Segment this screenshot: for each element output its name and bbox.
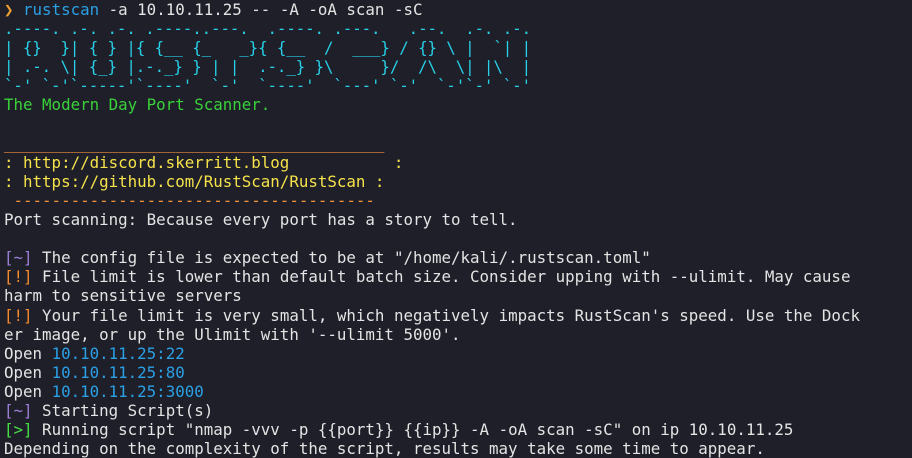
open-port-line: Open 10.10.11.25:3000 bbox=[4, 382, 912, 401]
info-marker: [~] bbox=[4, 400, 33, 420]
port-address: 10.10.11.25:80 bbox=[51, 362, 185, 382]
command-program: rustscan bbox=[23, 0, 100, 19]
motto: Port scanning: Because every port has a … bbox=[4, 210, 518, 230]
message-text: File limit is lower than default batch s… bbox=[32, 267, 851, 287]
message-list: [~] The config file is expected to be at… bbox=[4, 248, 912, 343]
port-address: 10.10.11.25:3000 bbox=[51, 381, 204, 401]
banner-line: .----. .-. .-. .----..---. .----. .---. … bbox=[4, 19, 531, 39]
links-box: ________________________________________… bbox=[4, 134, 912, 210]
prompt-arrow-icon: ❯ bbox=[4, 0, 14, 19]
message-line: [!] Your file limit is very small, which… bbox=[4, 306, 912, 325]
port-address: 10.10.11.25:22 bbox=[51, 343, 185, 363]
message-text: harm to sensitive servers bbox=[4, 286, 242, 306]
message-line: [~] The config file is expected to be at… bbox=[4, 248, 912, 267]
discord-link: : http://discord.skerritt.blog : bbox=[4, 152, 404, 172]
script-text: Starting Script(s) bbox=[32, 400, 214, 420]
banner-line: | .-. \| {_} |.-._} } | | .-._} }\ }/ /\… bbox=[4, 57, 531, 77]
warning-marker: [!] bbox=[4, 305, 33, 325]
links-top-rule: ________________________________________ bbox=[4, 133, 385, 153]
message-text: er image, or up the Ulimit with '--ulimi… bbox=[4, 324, 461, 344]
footer-note: Depending on the complexity of the scrip… bbox=[4, 439, 765, 458]
banner-tagline: The Modern Day Port Scanner. bbox=[4, 95, 271, 115]
command-arguments: -a 10.10.11.25 -- -A -oA scan -sC bbox=[99, 0, 423, 19]
command-line: ❯ rustscan -a 10.10.11.25 -- -A -oA scan… bbox=[4, 0, 912, 19]
open-label: Open bbox=[4, 381, 52, 401]
message-line: er image, or up the Ulimit with '--ulimi… bbox=[4, 325, 912, 344]
open-label: Open bbox=[4, 343, 52, 363]
open-port-line: Open 10.10.11.25:22 bbox=[4, 344, 912, 363]
script-line: [~] Starting Script(s) bbox=[4, 401, 912, 420]
ascii-banner: .----. .-. .-. .----..---. .----. .---. … bbox=[4, 19, 912, 95]
github-link: : https://github.com/RustScan/RustScan : bbox=[4, 171, 385, 191]
open-ports-list: Open 10.10.11.25:22 Open 10.10.11.25:80 … bbox=[4, 344, 912, 401]
banner-line: | {} }| { } |{ {__ {_ _}{ {__ / ___} / {… bbox=[4, 38, 531, 58]
message-line: [!] File limit is lower than default bat… bbox=[4, 267, 912, 286]
warning-marker: [!] bbox=[4, 267, 33, 287]
message-line: harm to sensitive servers bbox=[4, 286, 912, 305]
links-bottom-rule: -------------------------------------- bbox=[4, 190, 375, 210]
open-port-line: Open 10.10.11.25:80 bbox=[4, 363, 912, 382]
message-text: Your file limit is very small, which neg… bbox=[32, 305, 860, 325]
message-text: The config file is expected to be at "/h… bbox=[32, 248, 651, 268]
open-label: Open bbox=[4, 362, 52, 382]
run-marker: [>] bbox=[4, 420, 33, 440]
terminal-window[interactable]: ❯ rustscan -a 10.10.11.25 -- -A -oA scan… bbox=[0, 0, 912, 458]
info-marker: [~] bbox=[4, 248, 33, 268]
banner-line: `-' `-'`-----'`----' `-' `----' `---' `-… bbox=[4, 76, 531, 96]
script-text: Running script "nmap -vvv -p {{port}} {{… bbox=[32, 420, 794, 440]
script-line: [>] Running script "nmap -vvv -p {{port}… bbox=[4, 420, 912, 439]
script-status: [~] Starting Script(s) [>] Running scrip… bbox=[4, 401, 912, 439]
